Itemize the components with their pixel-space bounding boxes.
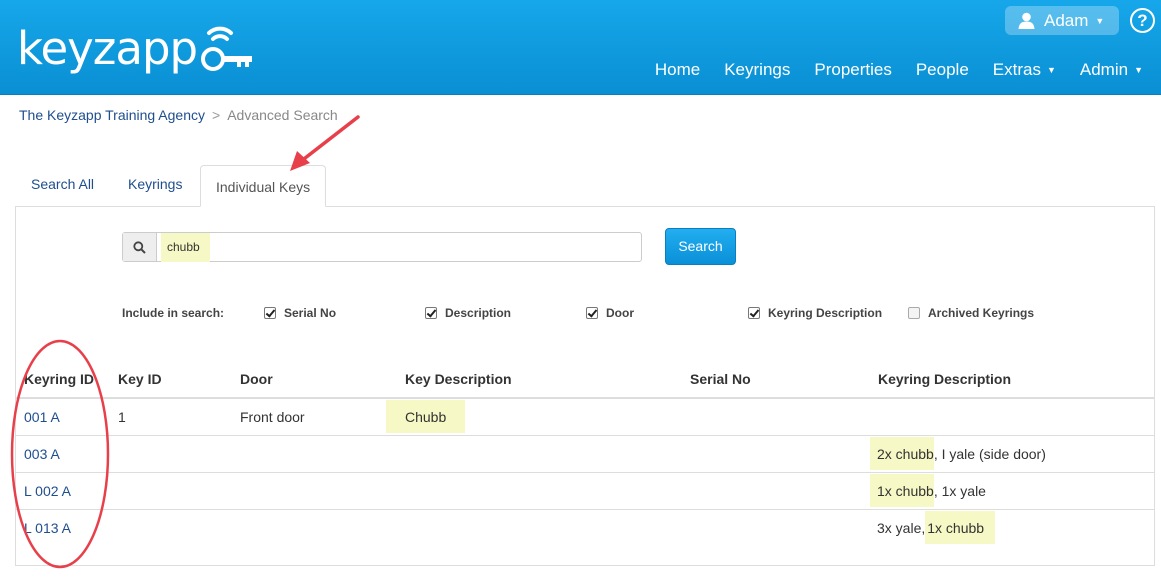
search-input-value: chubb	[161, 232, 210, 262]
chevron-down-icon: ▼	[1095, 15, 1105, 26]
breadcrumb-separator: >	[212, 107, 221, 123]
tab-keyrings[interactable]: Keyrings	[128, 176, 182, 192]
search-group: chubb	[122, 232, 642, 262]
col-header-keyring-id[interactable]: Keyring ID	[24, 371, 94, 387]
breadcrumb-agency[interactable]: The Keyzapp Training Agency	[19, 107, 205, 123]
nav-properties[interactable]: Properties	[814, 60, 891, 80]
checkbox-checked-icon[interactable]	[264, 307, 276, 319]
checkbox-checked-icon[interactable]	[586, 307, 598, 319]
checkbox-unchecked-icon[interactable]	[908, 307, 920, 319]
help-icon[interactable]: ?	[1130, 8, 1155, 33]
keyring-description-cell: 2x chubb, I yale (side door)	[870, 437, 1046, 470]
annotation-arrow	[298, 115, 360, 164]
tab-search-all[interactable]: Search All	[31, 176, 94, 192]
checkbox-keyring-description[interactable]: Keyring Description	[748, 306, 882, 320]
search-input[interactable]: chubb	[157, 232, 641, 262]
nav-admin-label: Admin	[1079, 60, 1129, 79]
logo-text: keyzapp	[17, 21, 198, 75]
door-cell: Front door	[240, 409, 305, 425]
tab-individual-keys[interactable]: Individual Keys	[200, 165, 327, 207]
search-button[interactable]: Search	[665, 228, 736, 265]
search-icon	[133, 240, 146, 254]
checkbox-door[interactable]: Door	[586, 306, 634, 320]
checkbox-archived-keyrings[interactable]: Archived Keyrings	[908, 306, 1034, 320]
nav-keyrings[interactable]: Keyrings	[724, 60, 790, 80]
col-header-keyring-description[interactable]: Keyring Description	[878, 371, 1011, 387]
search-tabs: Search All Keyrings Individual Keys	[15, 165, 1155, 207]
col-header-serial-no[interactable]: Serial No	[690, 371, 751, 387]
row-divider	[16, 435, 1154, 436]
checkbox-description[interactable]: Description	[425, 306, 511, 320]
checkbox-label: Door	[606, 306, 634, 320]
nav-home[interactable]: Home	[655, 60, 700, 80]
checkbox-label: Keyring Description	[768, 306, 883, 320]
keyzapp-logo[interactable]: keyzapp	[17, 18, 257, 78]
nav-admin[interactable]: Admin ▼	[1080, 60, 1143, 80]
keyring-description-match: 1x chubb	[925, 511, 996, 544]
table-header-divider	[16, 397, 1154, 399]
keyring-description-match: 2x chubb	[870, 437, 934, 470]
nav-extras-label: Extras	[992, 60, 1041, 79]
keyring-id-link[interactable]: 001 A	[24, 409, 60, 425]
keyring-description-cell: 3x yale, 1x chubb	[877, 511, 996, 544]
col-header-key-id[interactable]: Key ID	[118, 371, 162, 387]
row-divider	[16, 509, 1154, 510]
checkbox-label: Description	[445, 306, 512, 320]
chevron-down-icon: ▼	[1134, 65, 1143, 75]
checkbox-label: Archived Keyrings	[928, 306, 1035, 320]
keyring-description-cell: 1x chubb, 1x yale	[870, 474, 986, 507]
user-icon	[1018, 12, 1035, 29]
checkbox-label: Serial No	[284, 306, 337, 320]
keyring-id-link[interactable]: 003 A	[24, 446, 60, 462]
main-nav: Home Keyrings Properties People Extras ▼ …	[631, 60, 1143, 80]
col-header-key-description[interactable]: Key Description	[405, 371, 512, 387]
key-id-cell: 1	[118, 409, 126, 425]
user-menu-button[interactable]: Adam ▼	[1005, 6, 1119, 35]
checkbox-serial-no[interactable]: Serial No	[264, 306, 336, 320]
include-label: Include in search:	[122, 306, 225, 320]
breadcrumb: The Keyzapp Training Agency > Advanced Sea…	[19, 107, 338, 123]
keyring-description-match: 1x chubb	[870, 474, 934, 507]
keyring-description-rest: , 1x yale	[933, 483, 986, 499]
keyring-description-rest: 3x yale,	[877, 520, 926, 536]
keyring-id-link[interactable]: L 002 A	[24, 483, 71, 499]
nav-people[interactable]: People	[916, 60, 969, 80]
keyring-description-rest: , I yale (side door)	[933, 446, 1046, 462]
row-divider	[16, 472, 1154, 473]
checkbox-checked-icon[interactable]	[425, 307, 437, 319]
checkbox-checked-icon[interactable]	[748, 307, 760, 319]
user-name: Adam	[1044, 10, 1089, 30]
col-header-door[interactable]: Door	[240, 371, 273, 387]
keyring-id-link[interactable]: L 013 A	[24, 520, 71, 536]
top-header: keyzapp Adam ▼ ? Home Keyrings Propertie…	[0, 0, 1161, 95]
breadcrumb-current: Advanced Search	[227, 107, 338, 123]
chevron-down-icon: ▼	[1046, 65, 1056, 75]
key-description-cell: Chubb	[386, 400, 466, 433]
nav-extras[interactable]: Extras ▼	[993, 60, 1056, 80]
key-wifi-icon	[201, 26, 253, 71]
search-addon	[123, 233, 157, 261]
